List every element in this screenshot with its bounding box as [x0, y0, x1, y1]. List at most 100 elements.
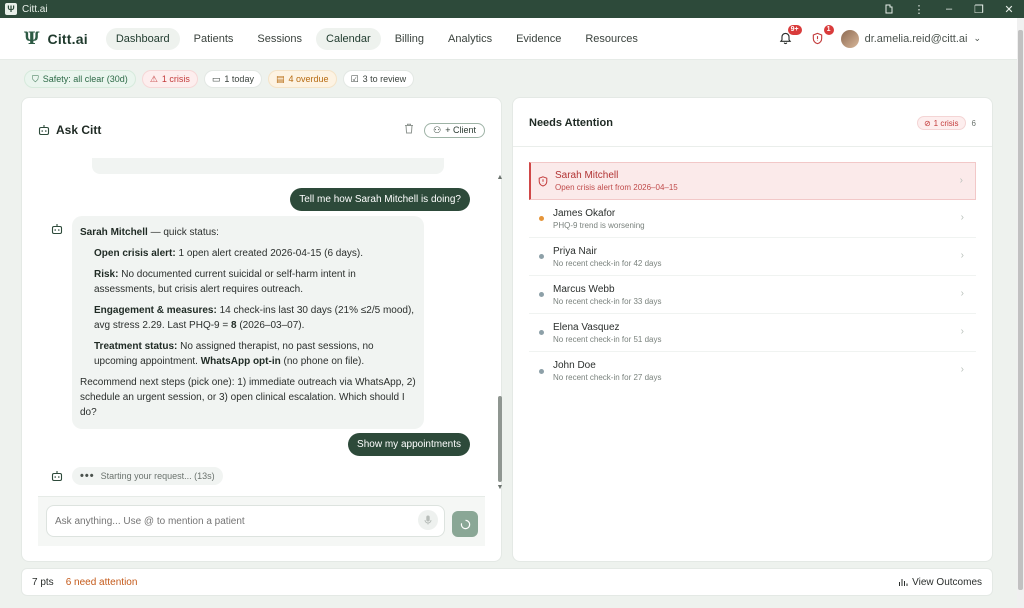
- list-item[interactable]: Elena Vasquez No recent check-in for 51 …: [529, 314, 976, 352]
- divider: [513, 146, 992, 147]
- extensions-icon[interactable]: [874, 0, 904, 18]
- summary-footer: 7 pts 6 need attention View Outcomes: [21, 568, 993, 596]
- scroll-thumb[interactable]: [498, 396, 502, 482]
- attention-reason: PHQ-9 trend is worsening: [553, 220, 645, 230]
- bot-icon: [50, 469, 64, 483]
- message-composer: [38, 496, 485, 546]
- crisis-badge[interactable]: ⊘ 1 crisis: [916, 116, 966, 130]
- need-attention-count: 6 need attention: [65, 576, 138, 588]
- panel-title: Needs Attention: [529, 117, 613, 129]
- list-item[interactable]: Marcus Webb No recent check-in for 33 da…: [529, 276, 976, 314]
- user-plus-icon: ⚇: [433, 124, 442, 135]
- app-icon: Ψ: [5, 3, 17, 15]
- checkbox-icon: ☑: [350, 73, 359, 84]
- typing-indicator: ••• Starting your request... (13s): [72, 467, 223, 485]
- list-item[interactable]: Priya Nair No recent check-in for 42 day…: [529, 238, 976, 276]
- patient-name: John Doe: [553, 360, 596, 371]
- status-dot-icon: [538, 292, 544, 297]
- shield-check-icon: ⛉: [32, 73, 39, 84]
- bot-message: Sarah Mitchell — quick status: Open cris…: [72, 216, 424, 429]
- scroll-down-icon[interactable]: ▼: [496, 484, 504, 492]
- attention-reason: No recent check-in for 51 days: [553, 334, 662, 344]
- mic-icon: [424, 515, 432, 525]
- shield-alert-icon: [538, 175, 548, 187]
- attention-reason: No recent check-in for 42 days: [553, 258, 662, 268]
- chevron-right-icon: ›: [959, 175, 963, 186]
- bar-chart-icon: [899, 579, 908, 586]
- warning-dot-icon: [538, 216, 544, 221]
- user-message: Show my appointments: [348, 433, 470, 456]
- previous-message: [92, 158, 444, 174]
- chevron-down-icon: ⌄: [973, 33, 981, 43]
- trash-icon[interactable]: [404, 123, 414, 137]
- restore-button[interactable]: ❐: [964, 0, 994, 18]
- more-options-icon[interactable]: ⋮: [904, 0, 934, 18]
- mic-button[interactable]: [418, 510, 438, 530]
- logo[interactable]: Ψ Citt.ai: [24, 29, 88, 49]
- status-chips: ⛉ Safety: all clear (30d) ⚠ 1 crisis ▭ 1…: [24, 70, 415, 88]
- top-navigation: Ψ Citt.ai Dashboard Patients Sessions Ca…: [0, 18, 1017, 60]
- bot-icon: [38, 125, 50, 136]
- alert-circle-icon: ⊘: [923, 118, 931, 128]
- needs-attention-panel: Needs Attention ⊘ 1 crisis 6 Sarah Mitch…: [512, 97, 993, 562]
- bot-icon: [50, 222, 64, 236]
- avatar: [840, 29, 859, 48]
- nav-dashboard[interactable]: Dashboard: [105, 27, 180, 50]
- window-scrollbar[interactable]: [1017, 18, 1024, 608]
- notifications-button[interactable]: 9+: [777, 24, 802, 48]
- window-scroll-thumb[interactable]: [1018, 30, 1023, 590]
- calendar-icon: ▭: [211, 73, 221, 84]
- patient-name: Marcus Webb: [553, 283, 615, 295]
- scroll-up-icon[interactable]: ▲: [496, 174, 504, 182]
- chat-thread[interactable]: Tell me how Sarah Mitchell is doing? Sar…: [38, 158, 486, 496]
- nav-patients[interactable]: Patients: [184, 28, 244, 50]
- nav-evidence[interactable]: Evidence: [506, 28, 571, 50]
- patient-name: Sarah Mitchell: [555, 170, 619, 181]
- alerts-button[interactable]: 1: [809, 24, 834, 48]
- user-email: dr.amelia.reid@citt.ai: [864, 32, 968, 45]
- list-item[interactable]: James Okafor PHQ-9 trend is worsening ›: [529, 200, 976, 238]
- view-outcomes-button[interactable]: View Outcomes: [898, 577, 982, 588]
- review-chip[interactable]: ☑ 3 to review: [342, 70, 415, 88]
- chat-scrollbar[interactable]: ▲ ▼: [496, 174, 504, 492]
- status-dot-icon: [538, 368, 544, 374]
- add-client-button[interactable]: ⚇ + Client: [424, 122, 485, 138]
- nav-sessions[interactable]: Sessions: [247, 28, 312, 50]
- chevron-right-icon: ›: [960, 250, 964, 261]
- chevron-right-icon: ›: [960, 212, 964, 223]
- chevron-right-icon: ›: [960, 326, 964, 337]
- attention-reason: No recent check-in for 33 days: [553, 296, 662, 306]
- minimize-button[interactable]: –: [934, 0, 964, 18]
- patient-name: James Okafor: [553, 207, 616, 219]
- nav-billing[interactable]: Billing: [385, 28, 434, 50]
- send-button[interactable]: [452, 511, 478, 537]
- chat-input[interactable]: [46, 505, 445, 537]
- attention-count: 6: [971, 118, 976, 128]
- nav-calendar[interactable]: Calendar: [316, 27, 381, 50]
- ask-citt-panel: Ask Citt ⚇ + Client Tell me how Sarah Mi…: [21, 97, 504, 562]
- nav-resources[interactable]: Resources: [575, 28, 648, 50]
- logo-icon: Ψ: [24, 28, 40, 49]
- status-dot-icon: [538, 254, 544, 259]
- user-menu[interactable]: dr.amelia.reid@citt.ai ⌄: [840, 29, 981, 48]
- nav-analytics[interactable]: Analytics: [438, 28, 502, 50]
- list-item[interactable]: John Doe No recent check-in for 27 days …: [529, 352, 976, 390]
- loading-icon: [460, 519, 470, 529]
- close-button[interactable]: ✕: [994, 0, 1024, 18]
- patient-name: Elena Vasquez: [553, 321, 620, 333]
- safety-chip[interactable]: ⛉ Safety: all clear (30d): [24, 70, 136, 88]
- window-titlebar: Ψ Citt.ai ⋮ – ❐ ✕: [0, 0, 1024, 18]
- user-message: Tell me how Sarah Mitchell is doing?: [290, 188, 470, 211]
- overdue-chip[interactable]: ▤ 4 overdue: [267, 70, 337, 88]
- chevron-right-icon: ›: [960, 288, 964, 299]
- alerts-badge: 1: [823, 24, 834, 35]
- chevron-right-icon: ›: [960, 364, 964, 375]
- today-chip[interactable]: ▭ 1 today: [203, 70, 262, 88]
- brand-name: Citt.ai: [47, 30, 88, 47]
- list-item[interactable]: Sarah Mitchell Open crisis alert from 20…: [529, 162, 976, 200]
- window-title: Citt.ai: [22, 3, 48, 15]
- notifications-badge: 9+: [787, 24, 802, 35]
- crisis-chip[interactable]: ⚠ 1 crisis: [141, 70, 198, 88]
- patient-name: Priya Nair: [553, 245, 597, 257]
- clipboard-icon: ▤: [275, 73, 285, 84]
